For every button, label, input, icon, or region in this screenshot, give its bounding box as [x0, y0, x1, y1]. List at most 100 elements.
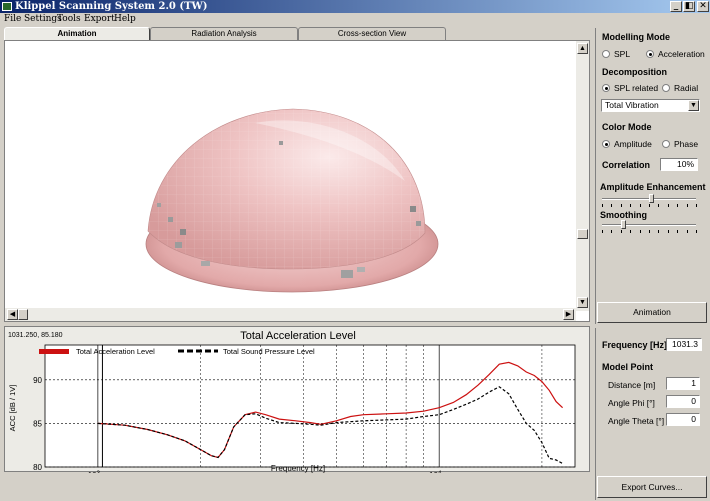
amplitude-enhancement-label: Amplitude Enhancement: [600, 182, 706, 192]
amplitude-enhancement-thumb[interactable]: [648, 194, 654, 203]
gray-patch: [175, 242, 182, 248]
gray-patch: [201, 261, 210, 266]
menu-help[interactable]: Help: [114, 14, 136, 24]
dropdown-value: Total Vibration: [605, 100, 659, 110]
scroll-right-button[interactable]: ▶: [563, 309, 574, 320]
decomposition-title: Decomposition: [602, 67, 668, 77]
radio-amplitude-label: Amplitude: [614, 139, 652, 149]
color-mode-title: Color Mode: [602, 122, 652, 132]
gray-patch: [279, 141, 283, 145]
total-acceleration-chart[interactable]: 1031.250, 85.180 Total Acceleration Leve…: [5, 327, 591, 473]
gray-patch: [410, 206, 416, 212]
scroll-h-thumb[interactable]: [18, 309, 28, 320]
slider-tick: [620, 204, 622, 207]
slider-tick: [611, 230, 613, 233]
export-curves-button[interactable]: Export Curves...: [597, 476, 707, 498]
animation-button[interactable]: Animation: [597, 302, 707, 323]
app-icon: [2, 2, 12, 11]
angle-theta-field[interactable]: 0: [666, 413, 700, 426]
slider-tick: [639, 204, 641, 207]
scroll-up-button[interactable]: ▲: [577, 43, 588, 54]
slider-tick: [686, 204, 688, 207]
gray-patch: [416, 221, 421, 226]
x-axis-label: Frequency [Hz]: [271, 464, 325, 473]
legend-swatch-acceleration: [39, 349, 69, 354]
smoothing-label: Smoothing: [600, 210, 647, 220]
radio-phase-label: Phase: [674, 139, 699, 149]
radio-amplitude[interactable]: [602, 140, 610, 148]
decomposition-dropdown[interactable]: Total Vibration ▼: [601, 99, 700, 112]
gray-patch: [168, 217, 173, 222]
close-button[interactable]: ✕: [697, 1, 709, 12]
maximize-button[interactable]: ◧: [683, 1, 695, 12]
slider-tick: [649, 204, 650, 207]
minimize-button[interactable]: _: [670, 1, 682, 12]
animation-3d-view[interactable]: ▲ ▼ ◀ ▶: [4, 40, 590, 322]
plot-area: [44, 344, 576, 468]
x-tick-label: 104: [429, 471, 442, 473]
radio-radial[interactable]: [662, 84, 670, 92]
horizontal-scrollbar[interactable]: ◀ ▶: [5, 308, 576, 321]
slider-tick: [658, 204, 660, 207]
distance-field[interactable]: 1: [666, 377, 700, 390]
model-point-panel: Frequency [Hz] 1031.3 Model Point Distan…: [595, 328, 707, 500]
frequency-field[interactable]: 1031.3: [666, 338, 702, 351]
gray-patch: [357, 267, 365, 272]
slider-tick: [658, 230, 660, 233]
smoothing-slider[interactable]: [602, 224, 696, 226]
tab-cross-section-view[interactable]: Cross-section View: [298, 27, 446, 40]
model-point-title: Model Point: [602, 362, 653, 372]
radio-spl-related[interactable]: [602, 84, 610, 92]
y-tick-label: 80: [33, 463, 42, 472]
menu-file[interactable]: File: [4, 14, 21, 24]
y-tick-label: 90: [33, 376, 42, 385]
radio-radial-label: Radial: [674, 83, 699, 93]
vertical-scrollbar[interactable]: ▲ ▼: [576, 41, 589, 311]
menu-tools[interactable]: Tools: [57, 14, 81, 24]
smoothing-thumb[interactable]: [620, 220, 626, 229]
radio-spl-related-label: SPL related: [614, 83, 659, 93]
gray-patch: [180, 229, 186, 235]
x-tick-label: 103: [88, 471, 101, 473]
angle-phi-label: Angle Phi [°]: [608, 398, 655, 408]
frequency-label: Frequency [Hz]: [602, 340, 668, 350]
chart-title: Total Acceleration Level: [240, 330, 356, 342]
radio-acceleration-label: Acceleration: [658, 49, 705, 59]
tab-animation[interactable]: Animation: [4, 27, 150, 41]
angle-phi-field[interactable]: 0: [666, 395, 700, 408]
menu-export[interactable]: Export: [84, 14, 115, 24]
distance-label: Distance [m]: [608, 380, 656, 390]
slider-tick: [639, 230, 641, 233]
dome-render: [145, 108, 439, 293]
y-axis-label: ACC [dB / 1V]: [8, 385, 17, 432]
control-panel: Modelling Mode SPL Acceleration Decompos…: [595, 28, 707, 324]
slider-tick: [649, 230, 650, 233]
angle-theta-label: Angle Theta [°]: [608, 416, 665, 426]
modelling-mode-title: Modelling Mode: [602, 32, 670, 42]
slider-tick: [667, 230, 669, 233]
y-tick-label: 85: [33, 419, 42, 428]
correlation-field[interactable]: 10%: [660, 158, 698, 171]
tab-radiation-analysis[interactable]: Radiation Analysis: [150, 27, 298, 40]
menu-bar: File Settings Tools Export Help: [0, 13, 710, 26]
slider-tick: [696, 230, 697, 233]
slider-tick: [677, 204, 679, 207]
slider-tick: [602, 230, 603, 233]
slider-tick: [620, 230, 622, 233]
gray-patch: [157, 203, 161, 207]
slider-tick: [611, 204, 613, 207]
radio-spl[interactable]: [602, 50, 610, 58]
chevron-down-icon[interactable]: ▼: [688, 100, 699, 111]
scroll-thumb[interactable]: [577, 229, 588, 239]
scroll-down-button[interactable]: ▼: [577, 297, 588, 308]
slider-tick: [630, 204, 632, 207]
slider-tick: [667, 204, 669, 207]
radio-phase[interactable]: [662, 140, 670, 148]
legend-label-acceleration: Total Acceleration Level: [76, 347, 155, 356]
radio-acceleration[interactable]: [646, 50, 654, 58]
scroll-left-button[interactable]: ◀: [7, 309, 18, 320]
slider-tick: [602, 204, 603, 207]
slider-tick: [686, 230, 688, 233]
legend-label-spl: Total Sound Pressure Level: [223, 347, 315, 356]
slider-tick: [630, 230, 632, 233]
